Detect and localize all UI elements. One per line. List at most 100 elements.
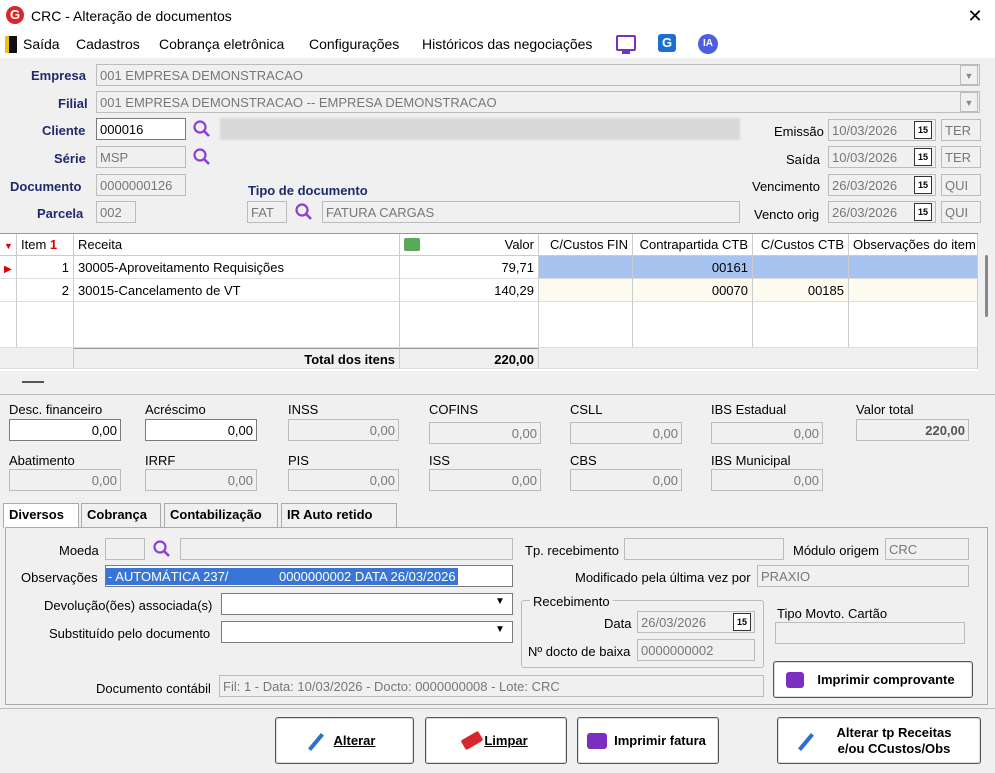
data-calendar-icon[interactable]: 15 bbox=[733, 613, 751, 631]
cliente-search-icon[interactable] bbox=[192, 119, 212, 139]
substituido-label: Substituído pelo documento bbox=[49, 626, 211, 641]
items-grid: ▼ Item 1 Receita Valor C/Custos FIN Cont… bbox=[0, 233, 978, 371]
row-indicator-icon[interactable]: ▶ bbox=[0, 256, 17, 279]
row-indicator[interactable] bbox=[0, 279, 17, 302]
menu-saida[interactable]: Saída bbox=[23, 36, 60, 52]
col-header-observacoes[interactable]: Observações do item bbox=[849, 234, 978, 256]
vencimento-calendar-icon[interactable]: 15 bbox=[914, 176, 932, 194]
serie-label: Série bbox=[54, 151, 86, 166]
tab-ir-auto-retido[interactable]: IR Auto retido bbox=[281, 503, 397, 527]
limpar-button[interactable]: Limpar bbox=[425, 717, 567, 764]
moeda-search-icon[interactable] bbox=[152, 539, 172, 559]
pis-field: 0,00 bbox=[288, 469, 399, 491]
acrescimo-field[interactable]: 0,00 bbox=[145, 419, 257, 441]
serie-field[interactable]: MSP bbox=[96, 146, 186, 168]
separator bbox=[0, 708, 995, 709]
ibs-municipal-label: IBS Municipal bbox=[711, 453, 791, 468]
menu-configuracoes[interactable]: Configurações bbox=[309, 36, 399, 52]
tipo-cartao-field[interactable] bbox=[775, 622, 965, 644]
g-app-icon[interactable]: G bbox=[658, 34, 676, 52]
table-row-valor[interactable]: 140,29 bbox=[400, 279, 539, 302]
total-row-spacer bbox=[0, 348, 74, 369]
eraser-icon bbox=[460, 730, 484, 751]
substituido-select[interactable] bbox=[221, 621, 513, 643]
table-row-valor[interactable]: 79,71 bbox=[400, 256, 539, 279]
devolucao-dropdown-icon[interactable]: ▼ bbox=[495, 596, 505, 607]
col-header-item[interactable]: Item 1 bbox=[17, 234, 74, 256]
col-header-valor[interactable]: Valor bbox=[400, 234, 539, 256]
substituido-dropdown-icon[interactable]: ▼ bbox=[495, 624, 505, 635]
tp-recebimento-label: Tp. recebimento bbox=[525, 543, 619, 558]
tipo-documento-code[interactable]: FAT bbox=[247, 201, 287, 223]
table-row-contrapartida[interactable]: 00161 bbox=[633, 256, 753, 279]
table-row-observacoes[interactable] bbox=[849, 256, 978, 279]
menu-historicos[interactable]: Históricos das negociações bbox=[422, 36, 592, 52]
table-row-item[interactable]: 1 bbox=[17, 256, 74, 279]
empresa-dropdown-icon[interactable]: ▼ bbox=[960, 65, 978, 85]
imprimir-comprovante-button[interactable]: Imprimir comprovante bbox=[773, 661, 973, 698]
col-header-contrapartida[interactable]: Contrapartida CTB bbox=[633, 234, 753, 256]
table-row-observacoes[interactable] bbox=[849, 279, 978, 302]
menu-cadastros[interactable]: Cadastros bbox=[76, 36, 140, 52]
window-title: CRC - Alteração de documentos bbox=[31, 8, 232, 24]
table-row-receita[interactable]: 30005-Aproveitamento Requisições bbox=[74, 256, 400, 279]
tab-diversos[interactable]: Diversos bbox=[3, 503, 79, 528]
ibs-estadual-label: IBS Estadual bbox=[711, 402, 787, 417]
tp-recebimento-field[interactable] bbox=[624, 538, 784, 560]
modificado-label: Modificado pela última vez por bbox=[575, 570, 751, 585]
menu-cobranca-eletronica[interactable]: Cobrança eletrônica bbox=[159, 36, 284, 52]
alterar-tp-receitas-button[interactable]: Alterar tp Receitas e/ou CCustos/Obs bbox=[777, 717, 981, 764]
saida-calendar-icon[interactable]: 15 bbox=[914, 148, 932, 166]
table-row-ccustos-fin[interactable] bbox=[539, 256, 633, 279]
cliente-label: Cliente bbox=[42, 123, 86, 138]
close-icon[interactable]: ✕ bbox=[962, 4, 988, 28]
observacoes-label: Observações bbox=[21, 570, 98, 585]
tab-contabilizacao[interactable]: Contabilização bbox=[164, 503, 278, 527]
desc-financeiro-label: Desc. financeiro bbox=[9, 402, 103, 417]
empty-row-cell bbox=[539, 302, 633, 348]
documento-field[interactable]: 0000000126 bbox=[96, 174, 186, 196]
grid-scroll-thumb[interactable] bbox=[985, 255, 988, 317]
abatimento-label: Abatimento bbox=[9, 453, 75, 468]
iss-field: 0,00 bbox=[429, 469, 541, 491]
table-row-ccustos-ctb[interactable] bbox=[753, 256, 849, 279]
vencto-orig-calendar-icon[interactable]: 15 bbox=[914, 203, 932, 221]
tipo-documento-search-icon[interactable] bbox=[294, 202, 314, 222]
col-header-ccustos-ctb[interactable]: C/Custos CTB bbox=[753, 234, 849, 256]
filial-dropdown-icon[interactable]: ▼ bbox=[960, 92, 978, 112]
table-row-ccustos-fin[interactable] bbox=[539, 279, 633, 302]
printer-icon bbox=[786, 672, 804, 688]
alterar-button[interactable]: Alterar bbox=[275, 717, 414, 764]
empty-row-cell bbox=[849, 302, 978, 348]
app-logo-icon: G bbox=[6, 6, 24, 24]
monitor-stand-icon bbox=[622, 51, 630, 54]
parcela-label: Parcela bbox=[37, 206, 84, 221]
moeda-field[interactable] bbox=[105, 538, 145, 560]
serie-search-icon[interactable] bbox=[192, 147, 212, 167]
col-header-receita[interactable]: Receita bbox=[74, 234, 400, 256]
table-row-ccustos-ctb[interactable]: 00185 bbox=[753, 279, 849, 302]
ia-icon[interactable]: IA bbox=[698, 34, 718, 54]
table-row-item[interactable]: 2 bbox=[17, 279, 74, 302]
tab-cobranca[interactable]: Cobrança bbox=[81, 503, 161, 527]
table-row-contrapartida[interactable]: 00070 bbox=[633, 279, 753, 302]
monitor-icon[interactable] bbox=[616, 35, 636, 51]
empresa-field[interactable]: 001 EMPRESA DEMONSTRACAO bbox=[96, 64, 980, 86]
grid-splitter-handle[interactable] bbox=[22, 381, 44, 383]
inss-label: INSS bbox=[288, 402, 319, 417]
devolucao-select[interactable] bbox=[221, 593, 513, 615]
ibs-municipal-field: 0,00 bbox=[711, 469, 823, 491]
observacoes-field[interactable]: - AUTOMÁTICA 237/ 0000000002 DATA 26/03/… bbox=[105, 565, 513, 587]
filial-field[interactable]: 001 EMPRESA DEMONSTRACAO -- EMPRESA DEMO… bbox=[96, 91, 980, 113]
parcela-field[interactable]: 002 bbox=[96, 201, 136, 223]
table-row-receita[interactable]: 30015-Cancelamento de VT bbox=[74, 279, 400, 302]
empty-row-cell bbox=[400, 302, 539, 348]
saida-label: Saída bbox=[786, 152, 820, 167]
desc-financeiro-field[interactable]: 0,00 bbox=[9, 419, 121, 441]
col-header-ccustos-fin[interactable]: C/Custos FIN bbox=[539, 234, 633, 256]
imprimir-fatura-button[interactable]: Imprimir fatura bbox=[577, 717, 719, 764]
cliente-field[interactable]: 000016 bbox=[96, 118, 186, 140]
data-label: Data bbox=[604, 616, 632, 631]
emissao-calendar-icon[interactable]: 15 bbox=[914, 121, 932, 139]
sort-icon: 1 bbox=[49, 237, 58, 252]
